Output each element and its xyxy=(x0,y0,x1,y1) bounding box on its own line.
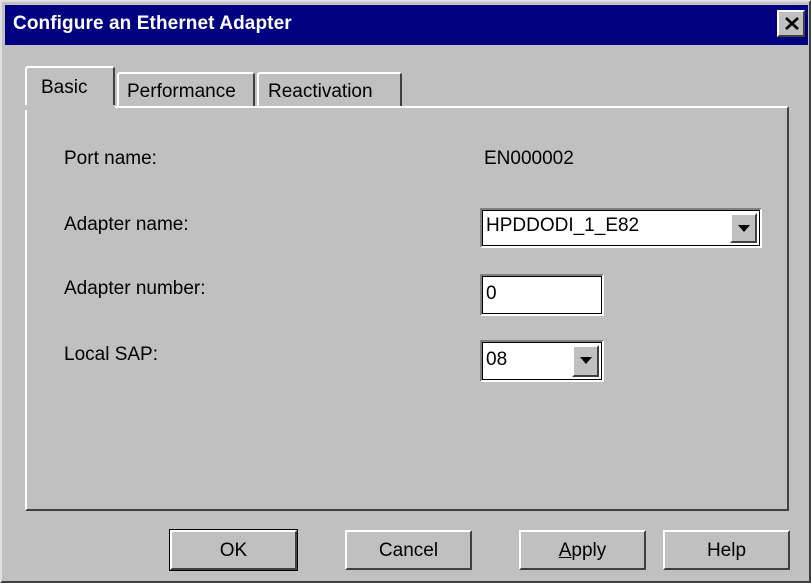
local-sap-label: Local SAP: xyxy=(64,344,158,365)
adapter-name-dropdown-button[interactable] xyxy=(730,213,757,243)
adapter-name-label: Adapter name: xyxy=(64,214,189,235)
apply-label-rest: pply xyxy=(571,540,607,561)
local-sap-dropdown-button[interactable] xyxy=(572,345,599,377)
tab-performance-label: Performance xyxy=(127,81,236,102)
tab-basic-label: Basic xyxy=(41,77,88,98)
window-title: Configure an Ethernet Adapter xyxy=(13,13,292,34)
help-button[interactable]: Help xyxy=(663,530,790,570)
port-name-label: Port name: xyxy=(64,148,157,169)
adapter-number-value: 0 xyxy=(486,283,497,304)
adapter-name-value: HPDDODI_1_E82 xyxy=(486,215,640,236)
chevron-down-icon xyxy=(738,225,750,232)
local-sap-value: 08 xyxy=(486,349,508,370)
port-name-value: EN000002 xyxy=(484,148,574,169)
tab-panel-basic: Port name: EN000002 Adapter name: HPDDOD… xyxy=(25,106,789,511)
adapter-number-label: Adapter number: xyxy=(64,278,206,299)
apply-mnemonic: A xyxy=(558,540,572,561)
tab-reactivation-label: Reactivation xyxy=(268,81,373,102)
configure-ethernet-adapter-dialog: Configure an Ethernet Adapter Basic Perf… xyxy=(0,0,811,583)
tab-performance[interactable]: Performance xyxy=(117,72,255,110)
tab-reactivation[interactable]: Reactivation xyxy=(257,72,402,110)
adapter-number-field[interactable]: 0 xyxy=(480,274,604,316)
ok-button[interactable]: OK xyxy=(169,529,298,571)
title-bar[interactable]: Configure an Ethernet Adapter xyxy=(5,5,808,45)
close-icon xyxy=(785,17,799,30)
close-button[interactable] xyxy=(777,10,805,37)
local-sap-dropdown[interactable]: 08 xyxy=(480,340,604,382)
apply-button[interactable]: Apply xyxy=(519,530,646,570)
tab-basic[interactable]: Basic xyxy=(25,66,115,110)
chevron-down-icon xyxy=(580,357,592,364)
adapter-name-dropdown[interactable]: HPDDODI_1_E82 xyxy=(480,208,762,248)
cancel-button[interactable]: Cancel xyxy=(345,530,472,570)
